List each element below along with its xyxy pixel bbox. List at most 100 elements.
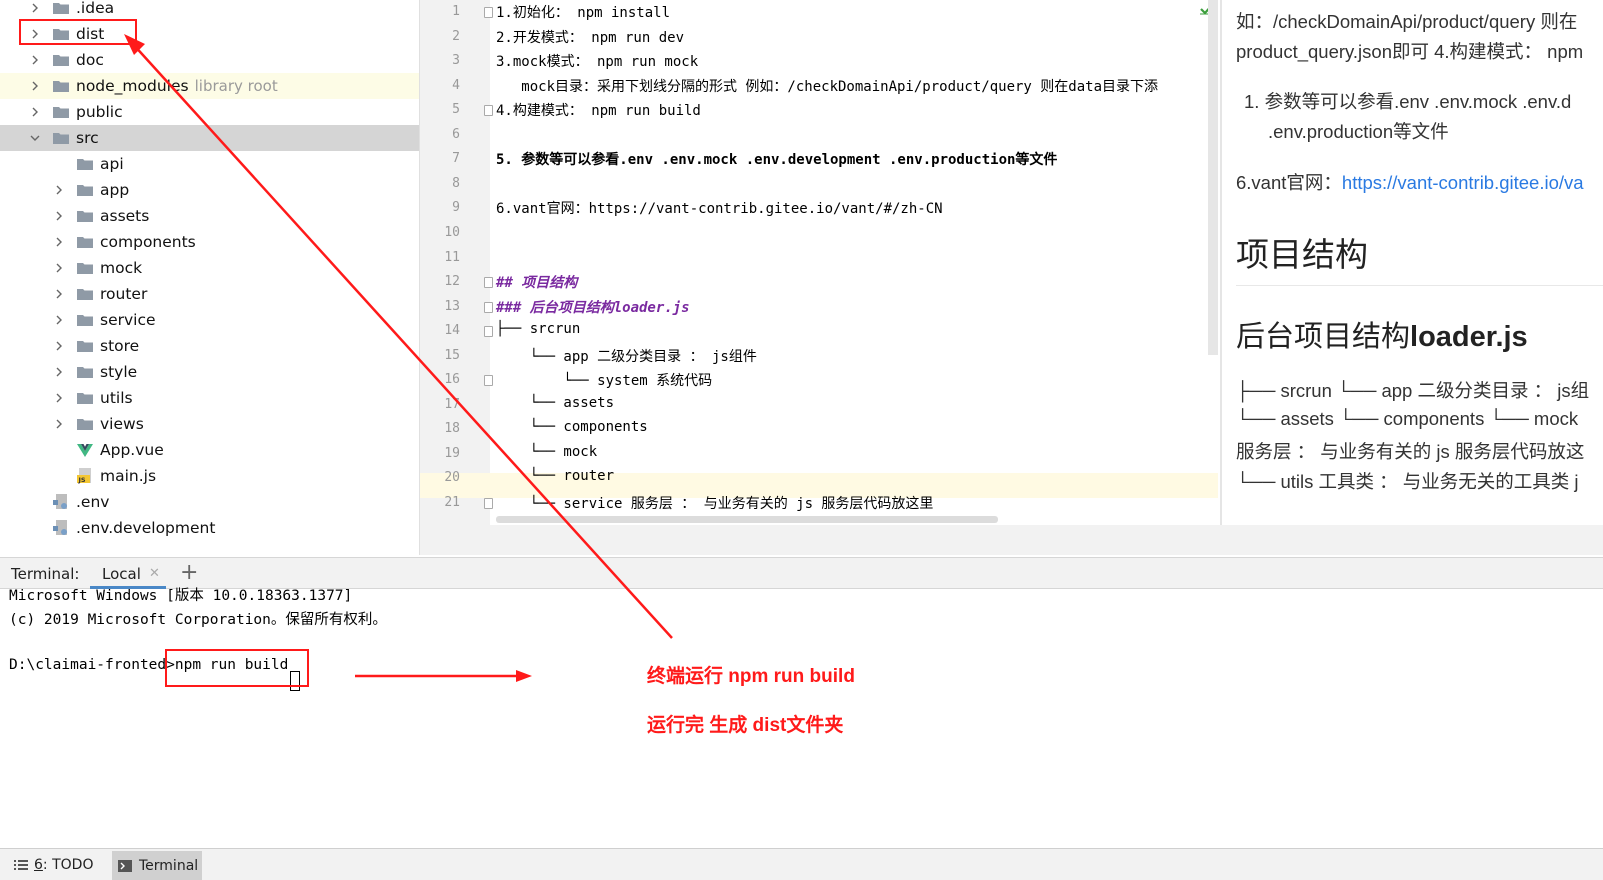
add-tab-icon[interactable]: + (180, 560, 198, 585)
vant-link[interactable]: https://vant-contrib.gitee.io/va (1342, 172, 1584, 193)
line-number: 6 (452, 126, 460, 142)
chevron-right-icon[interactable] (52, 339, 66, 353)
line-number: 16 (444, 372, 460, 388)
code-line[interactable]: 3.mock模式： npm run mock (496, 51, 698, 71)
chevron-right-icon[interactable] (28, 53, 42, 67)
fold-marker-icon[interactable] (484, 7, 493, 18)
code-line[interactable]: 6.vant官网：https://vant-contrib.gitee.io/v… (496, 198, 943, 218)
code-line[interactable]: 4.构建模式： npm run build (496, 100, 701, 120)
tree-item-label: api (100, 155, 124, 173)
tree-item-app[interactable]: app (0, 177, 419, 203)
line-number: 12 (444, 274, 460, 290)
line-number: 9 (452, 200, 460, 216)
chevron-right-icon[interactable] (52, 287, 66, 301)
chevron-right-icon[interactable] (52, 391, 66, 405)
todo-button[interactable]: 6: TODO (14, 854, 93, 876)
tree-item-env-development[interactable]: .env.development (0, 515, 419, 541)
tree-item-main-js[interactable]: JS main.js (0, 463, 419, 489)
tree-item-utils[interactable]: utils (0, 385, 419, 411)
fold-marker-icon[interactable] (484, 326, 493, 338)
code-line[interactable]: └── system 系统代码 (496, 370, 712, 390)
code-line[interactable]: 1.初始化： npm install (496, 2, 670, 22)
line-number: 18 (444, 421, 460, 437)
chevron-right-icon[interactable] (52, 417, 66, 431)
code-line[interactable]: ## 项目结构 (496, 272, 577, 292)
fold-marker-icon[interactable] (484, 105, 493, 117)
tree-item-label: App.vue (100, 441, 164, 459)
folder-icon (76, 338, 94, 354)
code-line[interactable]: └── mock (496, 444, 597, 460)
terminal-icon (118, 860, 132, 872)
fold-marker-icon[interactable] (484, 375, 493, 387)
tree-item-router[interactable]: router (0, 281, 419, 307)
list-icon (14, 860, 28, 870)
markdown-preview: 如：/checkDomainApi/product/query 则在 produ… (1220, 0, 1603, 525)
line-number: 5 (452, 102, 460, 118)
chevron-right-icon[interactable] (52, 183, 66, 197)
fold-marker-icon[interactable] (484, 301, 493, 313)
tree-item-api[interactable]: api (0, 151, 419, 177)
tree-item-label: app (100, 181, 130, 199)
tree-item-doc[interactable]: doc (0, 47, 419, 73)
editor-scrollbar[interactable] (1208, 0, 1218, 355)
chevron-right-icon[interactable] (52, 209, 66, 223)
editor-bottom-strip (420, 525, 1603, 555)
line-number: 20 (444, 470, 460, 486)
tree-item-label: .env.development (76, 519, 216, 537)
editor-horizontal-scrollbar[interactable] (496, 516, 998, 523)
chevron-right-icon[interactable] (52, 365, 66, 379)
tree-item-idea[interactable]: .idea (0, 0, 419, 21)
tree-item-store[interactable]: store (0, 333, 419, 359)
chevron-right-icon[interactable] (52, 261, 66, 275)
tree-item-node-modules[interactable]: node_modules library root (0, 73, 419, 99)
code-line[interactable]: └── components (496, 419, 648, 435)
tree-item-label: router (100, 285, 148, 303)
code-line[interactable]: 5. 参数等可以参看.env .env.mock .env.developmen… (496, 149, 1057, 169)
chevron-right-icon[interactable] (52, 313, 66, 327)
preview-text-line: 如：/checkDomainApi/product/query 则在 (1236, 11, 1578, 32)
code-line[interactable]: └── service 服务层 ： 与业务有关的 js 服务层代码放这里 (496, 493, 934, 513)
chevron-right-icon[interactable] (28, 79, 42, 93)
tree-item-views[interactable]: views (0, 411, 419, 437)
chevron-right-icon[interactable] (28, 105, 42, 119)
tree-item-assets[interactable]: assets (0, 203, 419, 229)
code-line[interactable]: ├── srcrun (496, 321, 580, 337)
code-line[interactable]: └── router (496, 468, 614, 484)
tree-item-public[interactable]: public (0, 99, 419, 125)
preview-vant-prefix: 6.vant官网： (1236, 172, 1342, 193)
code-line[interactable]: └── app 二级分类目录 ： js组件 (496, 346, 757, 366)
env-file-icon (52, 494, 70, 510)
tree-item-label: service (100, 311, 156, 329)
tree-item-label: node_modules (76, 77, 189, 95)
chevron-right-icon[interactable] (52, 235, 66, 249)
fold-marker-icon[interactable] (484, 498, 493, 509)
chevron-down-icon[interactable] (28, 131, 42, 145)
tree-item-style[interactable]: style (0, 359, 419, 385)
tree-item-service[interactable]: service (0, 307, 419, 333)
project-tree: .idea dist doc node_modules library root publ… (0, 0, 420, 555)
tree-item-env[interactable]: .env (0, 489, 419, 515)
annotation-note-run: 终端运行 npm run build (647, 666, 855, 687)
code-line[interactable]: ### 后台项目结构loader.js (496, 297, 690, 317)
folder-icon (76, 416, 94, 432)
code-line[interactable]: └── assets (496, 395, 614, 411)
code-line[interactable]: mock目录：采用下划线分隔的形式 例如：/checkDomainApi/pro… (496, 76, 1158, 96)
folder-icon (76, 364, 94, 380)
tree-item-components[interactable]: components (0, 229, 419, 255)
tree-item-label: style (100, 363, 138, 381)
tree-item-src[interactable]: src (0, 125, 419, 151)
terminal-button[interactable]: Terminal (112, 851, 202, 880)
fold-marker-icon[interactable] (484, 277, 493, 289)
tree-item-label: src (76, 129, 99, 147)
tree-item-mock[interactable]: mock (0, 255, 419, 281)
code-line[interactable]: 2.开发模式： npm run dev (496, 27, 684, 47)
chevron-right-icon[interactable] (28, 1, 42, 15)
close-icon[interactable]: ✕ (149, 566, 160, 581)
terminal-button-label: Terminal (139, 858, 199, 874)
folder-icon (76, 234, 94, 250)
tree-item-app-vue[interactable]: App.vue (0, 437, 419, 463)
preview-h3: 后台项目结构loader.js (1236, 313, 1528, 355)
